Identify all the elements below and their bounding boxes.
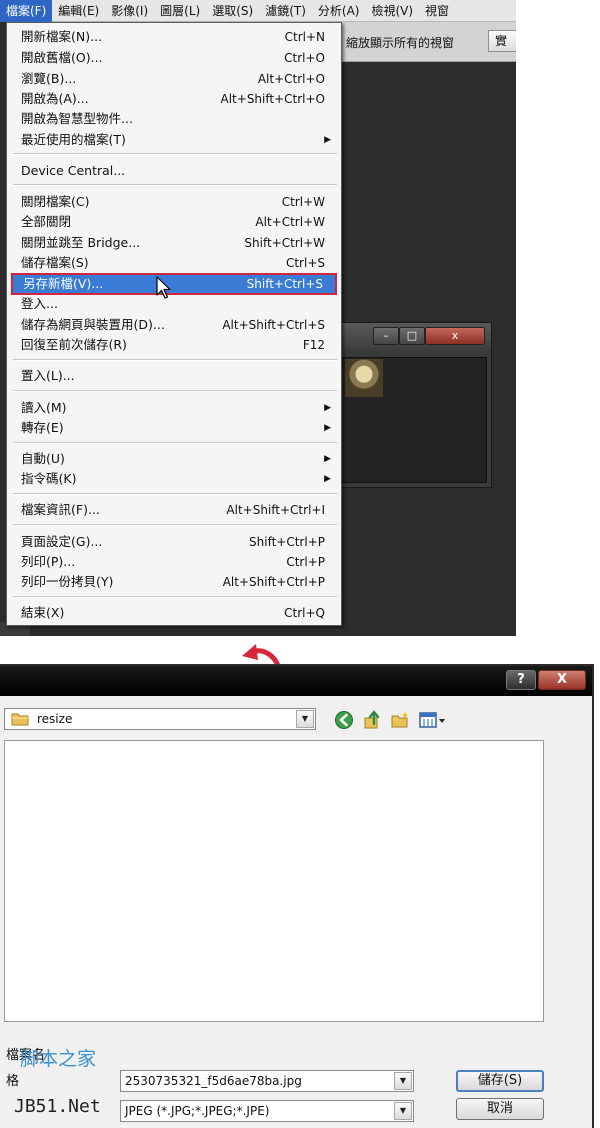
menu-item-exit[interactable]: 結束(X) Ctrl+Q bbox=[11, 603, 337, 623]
mouse-cursor-icon bbox=[156, 276, 171, 299]
menu-view[interactable]: 檢視(V) bbox=[365, 0, 419, 22]
menu-item-browse[interactable]: 瀏覽(B)... Alt+Ctrl+O bbox=[11, 69, 337, 89]
menu-separator bbox=[13, 390, 337, 392]
folder-icon bbox=[11, 713, 29, 726]
zoom-all-windows-option[interactable]: 縮放顯示所有的視窗 bbox=[346, 34, 454, 51]
view-menu-icon[interactable] bbox=[418, 710, 446, 730]
minimize-button[interactable]: – bbox=[373, 327, 399, 345]
chevron-down-icon[interactable]: ▼ bbox=[394, 1102, 412, 1120]
dialog-titlebar[interactable]: ? X bbox=[0, 666, 592, 696]
menu-separator bbox=[13, 153, 337, 155]
chevron-down-icon[interactable]: ▼ bbox=[296, 710, 314, 728]
close-button[interactable]: x bbox=[425, 327, 485, 345]
menu-separator bbox=[13, 442, 337, 444]
options-bar: 縮放顯示所有的視窗 實 bbox=[340, 22, 516, 62]
menu-file[interactable]: 檔案(F) bbox=[0, 0, 53, 22]
menu-separator bbox=[13, 359, 337, 361]
filetype-value: JPEG (*.JPG;*.JPEG;*.JPE) bbox=[125, 1104, 270, 1118]
menu-analysis[interactable]: 分析(A) bbox=[312, 0, 366, 22]
submenu-arrow-icon: ▶ bbox=[324, 403, 331, 413]
menu-item-open[interactable]: 開啟舊檔(O)... Ctrl+O bbox=[11, 48, 337, 68]
menu-item-import[interactable]: 讀入(M) ▶ bbox=[11, 398, 337, 418]
file-menu: 開新檔案(N)... Ctrl+N 開啟舊檔(O)... Ctrl+O 瀏覽(B).… bbox=[6, 22, 342, 626]
menu-item-page-setup[interactable]: 頁面設定(G)... Shift+Ctrl+P bbox=[11, 532, 337, 552]
submenu-arrow-icon: ▶ bbox=[324, 474, 331, 484]
document-titlebar[interactable]: – □ x bbox=[333, 323, 491, 351]
menu-item-revert[interactable]: 回復至前次儲存(R) F12 bbox=[11, 335, 337, 355]
menu-item-export[interactable]: 轉存(E) ▶ bbox=[11, 418, 337, 438]
menu-item-scripts[interactable]: 指令碼(K) ▶ bbox=[11, 469, 337, 489]
menu-item-open-as[interactable]: 開啟為(A)... Alt+Shift+Ctrl+O bbox=[11, 89, 337, 109]
watermark-line-2: JB51.Net bbox=[14, 1096, 101, 1117]
menu-bar: 檔案(F) 編輯(E) 影像(I) 圖層(L) 選取(S) 濾鏡(T) 分析(A… bbox=[0, 0, 516, 22]
menu-layer[interactable]: 圖層(L) bbox=[154, 0, 206, 22]
menu-filter[interactable]: 濾鏡(T) bbox=[259, 0, 312, 22]
save-location-value: resize bbox=[37, 712, 73, 726]
menu-item-print-one-copy[interactable]: 列印一份拷貝(Y) Alt+Shift+Ctrl+P bbox=[11, 572, 337, 592]
menu-item-save-as[interactable]: 另存新檔(V)... Shift+Ctrl+S bbox=[11, 273, 337, 295]
close-button[interactable]: X bbox=[538, 670, 586, 690]
up-one-level-icon[interactable] bbox=[362, 710, 382, 730]
menu-separator bbox=[13, 524, 337, 526]
menu-item-device-central[interactable]: Device Central... bbox=[11, 161, 337, 181]
menu-item-close-go-bridge[interactable]: 關閉並跳至 Bridge... Shift+Ctrl+W bbox=[11, 233, 337, 253]
menu-separator bbox=[13, 493, 337, 495]
back-icon[interactable] bbox=[334, 710, 354, 730]
menu-item-print[interactable]: 列印(P)... Ctrl+P bbox=[11, 552, 337, 572]
menu-item-file-info[interactable]: 檔案資訊(F)... Alt+Shift+Ctrl+I bbox=[11, 500, 337, 520]
menu-window[interactable]: 視窗 bbox=[419, 0, 455, 22]
save-location-dropdown[interactable]: resize ▼ bbox=[4, 708, 316, 730]
menu-select[interactable]: 選取(S) bbox=[206, 0, 259, 22]
menu-item-recent-files[interactable]: 最近使用的檔案(T) ▶ bbox=[11, 130, 337, 150]
menu-item-place[interactable]: 置入(L)... bbox=[11, 366, 337, 386]
menu-image[interactable]: 影像(I) bbox=[105, 0, 154, 22]
menu-separator bbox=[13, 184, 337, 186]
menu-item-check-in[interactable]: 登入... bbox=[11, 294, 337, 314]
image-thumbnail bbox=[345, 359, 383, 397]
submenu-arrow-icon: ▶ bbox=[324, 454, 331, 464]
document-window: – □ x bbox=[332, 322, 492, 488]
site-watermark: 脚本之家 JB51.Net bbox=[10, 1044, 106, 1122]
chevron-down-icon[interactable]: ▼ bbox=[394, 1072, 412, 1090]
actual-pixels-button[interactable]: 實 bbox=[488, 30, 516, 52]
menu-edit[interactable]: 編輯(E) bbox=[52, 0, 105, 22]
menu-item-open-smart-object[interactable]: 開啟為智慧型物件... bbox=[11, 109, 337, 129]
maximize-button[interactable]: □ bbox=[399, 327, 425, 345]
menu-item-save[interactable]: 儲存檔案(S) Ctrl+S bbox=[11, 253, 337, 273]
submenu-arrow-icon: ▶ bbox=[324, 135, 331, 145]
file-list-view[interactable] bbox=[4, 740, 544, 1022]
save-button[interactable]: 儲存(S) bbox=[456, 1070, 544, 1092]
new-folder-icon[interactable] bbox=[390, 710, 410, 730]
menu-item-save-for-web[interactable]: 儲存為網頁與裝置用(D)... Alt+Shift+Ctrl+S bbox=[11, 315, 337, 335]
menu-item-automate[interactable]: 自動(U) ▶ bbox=[11, 449, 337, 469]
watermark-line-1: 脚本之家 bbox=[20, 1048, 97, 1070]
filetype-dropdown[interactable]: JPEG (*.JPG;*.JPEG;*.JPE) ▼ bbox=[120, 1100, 414, 1122]
menu-item-close[interactable]: 關閉檔案(C) Ctrl+W bbox=[11, 192, 337, 212]
menu-item-new[interactable]: 開新檔案(N)... Ctrl+N bbox=[11, 27, 337, 47]
filename-input[interactable]: 2530735321_f5d6ae78ba.jpg ▼ bbox=[120, 1070, 414, 1092]
cancel-button[interactable]: 取消 bbox=[456, 1098, 544, 1120]
submenu-arrow-icon: ▶ bbox=[324, 423, 331, 433]
filename-value: 2530735321_f5d6ae78ba.jpg bbox=[125, 1074, 302, 1088]
menu-item-close-all[interactable]: 全部關閉 Alt+Ctrl+W bbox=[11, 212, 337, 232]
help-button[interactable]: ? bbox=[506, 670, 536, 690]
menu-separator bbox=[13, 596, 337, 598]
